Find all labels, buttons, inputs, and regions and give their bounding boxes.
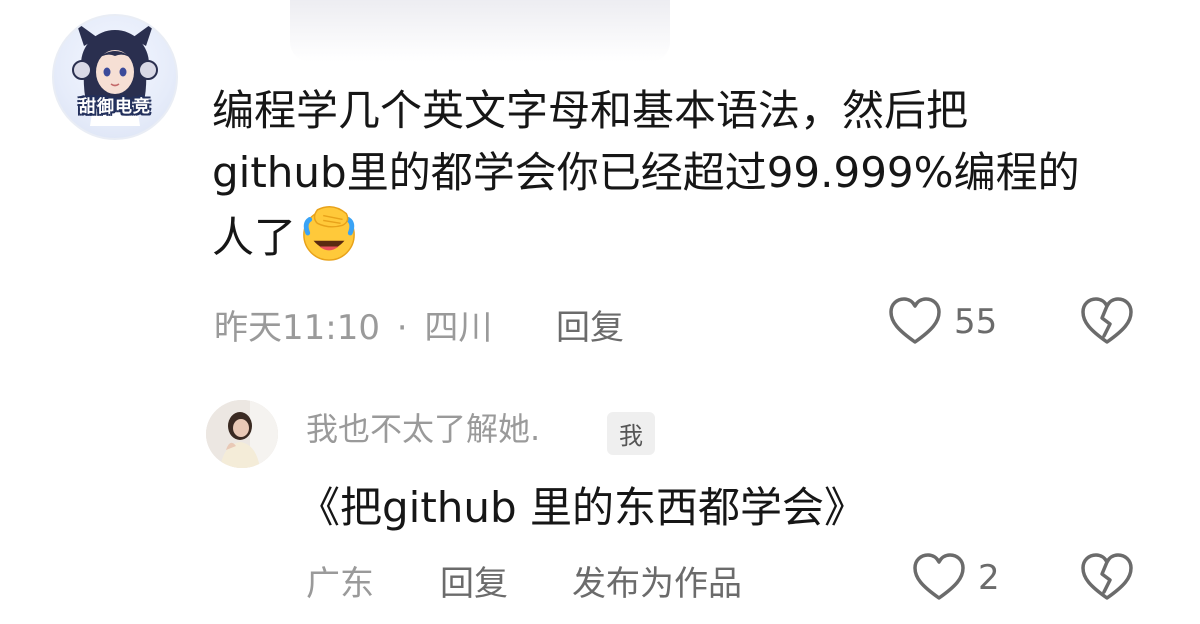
- comment-text: 编程学几个英文字母和基本语法，然后把 github里的都学会你已经超过99.99…: [212, 80, 1162, 269]
- faded-header-strip: [290, 0, 670, 62]
- reply-text: 《把github 里的东西都学会》: [298, 483, 867, 532]
- heart-outline-icon[interactable]: [912, 552, 966, 602]
- broken-heart-icon[interactable]: [1080, 552, 1134, 602]
- user-photo-avatar-icon: [206, 400, 278, 468]
- comment-time: 昨天11:10: [214, 308, 380, 348]
- meta-separator: ·: [396, 308, 408, 348]
- reply-like-count: 2: [978, 558, 1000, 598]
- comment-line-3-wrap: 人了: [212, 204, 1162, 269]
- reply-button[interactable]: 回复: [556, 300, 624, 349]
- comment-line-1: 编程学几个英文字母和基本语法，然后把: [212, 86, 969, 135]
- reply-location: 广东: [306, 564, 374, 604]
- like-count: 55: [954, 302, 998, 342]
- reply-username[interactable]: 我也不太了解她.: [306, 404, 540, 450]
- avatar[interactable]: 甜御电竞: [52, 14, 178, 140]
- facepalm-laughing-emoji-icon: [303, 205, 355, 261]
- avatar-label: 甜御电竞: [79, 97, 151, 117]
- reply-reply-button[interactable]: 回复: [440, 556, 508, 605]
- publish-as-work-button[interactable]: 发布为作品: [572, 556, 742, 605]
- reply-avatar[interactable]: [206, 400, 278, 468]
- comment-location: 四川: [424, 308, 493, 348]
- comment-line-3: 人了: [212, 213, 297, 262]
- comment-meta: 昨天11:10 · 四川: [214, 300, 492, 349]
- broken-heart-icon[interactable]: [1080, 296, 1134, 346]
- comment-line-2: github里的都学会你已经超过99.999%编程的: [212, 148, 1080, 197]
- author-badge: 我: [607, 412, 655, 455]
- heart-outline-icon[interactable]: [888, 296, 942, 346]
- anime-girl-avatar-icon: [72, 22, 158, 126]
